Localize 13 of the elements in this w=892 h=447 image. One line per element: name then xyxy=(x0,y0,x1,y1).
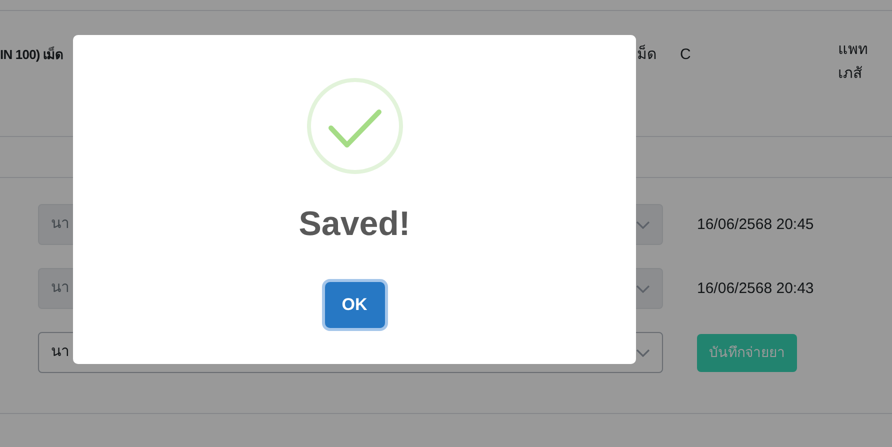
ok-button[interactable]: OK xyxy=(324,282,384,328)
dialog-title: Saved! xyxy=(298,204,410,244)
chevron-down-icon xyxy=(636,220,650,228)
chevron-down-icon xyxy=(636,348,650,356)
table-cell-text: เภสั xyxy=(838,64,863,84)
chevron-down-icon xyxy=(636,284,650,292)
table-cell: ม็ด xyxy=(637,46,657,63)
checkmark-icon xyxy=(306,78,402,174)
table-cell: IN 100) เม็ด xyxy=(0,47,63,62)
table-cell: C xyxy=(680,46,691,63)
dispense-time: 16/06/2568 20:43 xyxy=(697,280,814,296)
table-cell-text: แพท xyxy=(838,40,868,60)
dispense-time: 16/06/2568 20:45 xyxy=(697,216,814,232)
